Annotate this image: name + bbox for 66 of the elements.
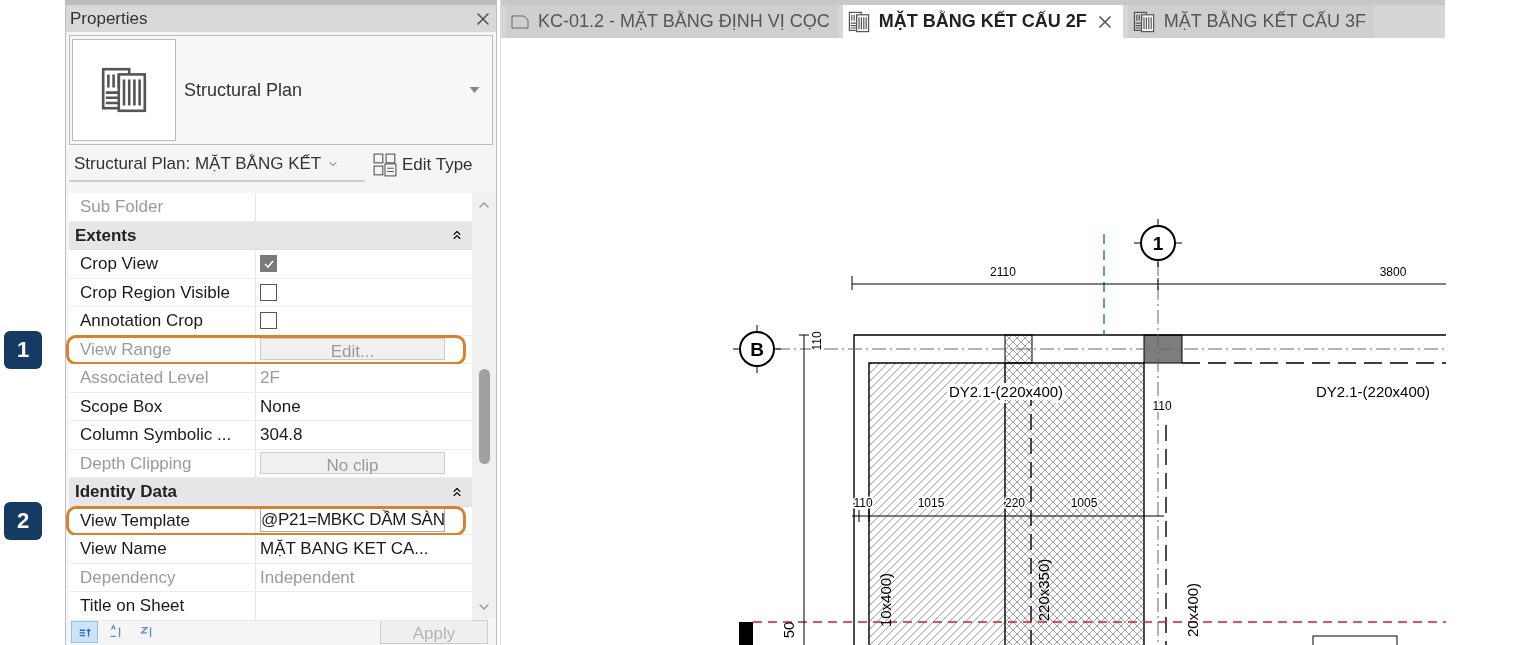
group-header[interactable]: Extents xyxy=(69,221,472,250)
dimension-text: 110 xyxy=(1152,399,1172,413)
tab-label: MẶT BẰNG KẾT CẤU 2F xyxy=(878,9,1087,33)
type-selector[interactable]: Structural Plan xyxy=(69,35,493,145)
beam-tag: DY2.1-(220x400) xyxy=(1315,383,1431,400)
property-label: Dependency xyxy=(80,566,176,589)
checkbox[interactable] xyxy=(260,312,277,330)
property-label: View Range xyxy=(80,338,172,361)
edit-type-icon xyxy=(373,153,397,177)
property-label: Title on Sheet xyxy=(80,595,185,617)
instance-selector[interactable]: Structural Plan: MẶT BẰNG KẾT xyxy=(69,148,365,182)
property-value: 304.8 xyxy=(260,424,303,446)
instance-name: Structural Plan: MẶT BẰNG KẾT xyxy=(74,153,322,176)
property-label: Crop View xyxy=(80,253,159,275)
checkbox[interactable] xyxy=(260,255,277,273)
plan-view-icon xyxy=(846,9,871,34)
beam-tag: 20x400) xyxy=(1184,582,1201,638)
property-label: Associated Level xyxy=(80,367,209,389)
property-value: Independent xyxy=(260,566,355,589)
property-label: Column Symbolic ... xyxy=(80,424,232,446)
property-label: Annotation Crop xyxy=(80,310,203,332)
beam-tag: 220x350) xyxy=(1035,558,1052,622)
panel-title: Properties xyxy=(70,7,148,30)
property-label: Sub Folder xyxy=(80,196,164,218)
view-tab[interactable]: MẶT BẰNG KẾT CẤU 3F xyxy=(1127,5,1375,38)
sort-button[interactable] xyxy=(71,621,98,643)
group-title: Identity Data xyxy=(75,481,178,503)
property-row[interactable]: View Name MẶT BANG KET CA... xyxy=(69,535,472,564)
view-tab[interactable]: MẶT BẰNG KẾT CẤU 2F xyxy=(842,5,1123,38)
tab-label: KC-01.2 - MẶT BẰNG ĐỊNH VỊ CỌC xyxy=(538,9,830,33)
type-name: Structural Plan xyxy=(184,78,304,102)
group-title: Extents xyxy=(75,224,137,247)
property-label: View Template xyxy=(80,509,190,532)
edit-type-button[interactable]: Edit Type xyxy=(373,152,473,178)
tab-label: MẶT BẰNG KẾT CẤU 3F xyxy=(1163,9,1367,33)
callout-badge: 1 xyxy=(4,330,42,369)
property-row[interactable]: Column Symbolic ... 304.8 xyxy=(69,421,472,450)
value-field[interactable]: @P21=MBKC DẦM SÀN xyxy=(260,508,445,533)
property-row[interactable]: Scope Box None xyxy=(69,392,472,421)
dimension-text: 2110 xyxy=(990,265,1016,279)
property-label: Scope Box xyxy=(80,395,163,418)
beam-tag: 50 xyxy=(780,621,797,639)
property-value: None xyxy=(260,395,301,418)
dimension-text: 110 xyxy=(810,331,824,351)
plan-view-icon xyxy=(1131,9,1156,34)
dimension-text: 1005 xyxy=(1070,496,1098,510)
callout-badge: 2 xyxy=(4,501,42,540)
scroll-thumb[interactable] xyxy=(478,369,490,464)
property-value: 2F xyxy=(260,367,280,389)
beam-tag: 10x400) xyxy=(877,572,894,628)
dropdown-icon xyxy=(469,87,480,93)
view-tab[interactable]: KC-01.2 - MẶT BẰNG ĐỊNH VỊ CỌC xyxy=(506,5,838,38)
dimension-text: 3800 xyxy=(1379,265,1407,279)
group-header[interactable]: Identity Data xyxy=(69,478,472,507)
dimension-text: 1015 xyxy=(917,496,945,510)
property-row[interactable]: Title on Sheet xyxy=(69,592,472,621)
checkbox[interactable] xyxy=(260,283,277,301)
property-row[interactable]: Annotation Crop xyxy=(69,307,472,336)
level-marker xyxy=(739,622,753,645)
scrollbar[interactable] xyxy=(472,193,496,619)
property-label: Crop Region Visible xyxy=(80,281,230,304)
property-value: MẶT BANG KET CA... xyxy=(260,538,429,560)
property-row[interactable]: Crop Region Visible xyxy=(69,278,472,307)
property-label: View Name xyxy=(80,538,167,560)
property-label: Depth Clipping xyxy=(80,452,192,475)
property-row[interactable]: Crop View xyxy=(69,250,472,279)
